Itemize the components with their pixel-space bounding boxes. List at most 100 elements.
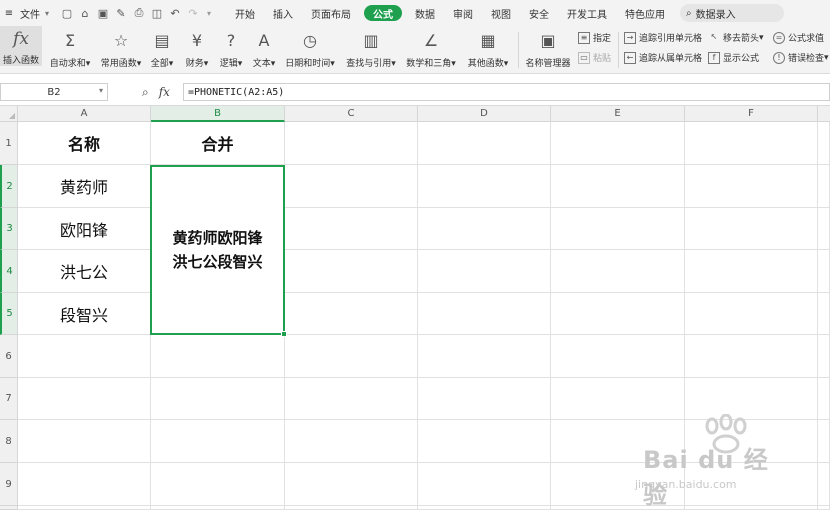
empty-cell[interactable]: [685, 293, 818, 335]
cell-a3[interactable]: 欧阳锋: [18, 208, 151, 250]
column-header-c[interactable]: C: [285, 106, 418, 122]
empty-cell[interactable]: [418, 420, 551, 463]
row-header-6[interactable]: 6: [0, 335, 18, 378]
fill-handle[interactable]: [281, 331, 287, 337]
empty-cell[interactable]: [418, 208, 551, 250]
row-header-9[interactable]: 9: [0, 463, 18, 506]
remove-arrows-button[interactable]: ↖ 移去箭头 ▾: [708, 31, 764, 45]
trace-precedents-button[interactable]: → 追踪引用单元格: [624, 31, 702, 44]
empty-cell[interactable]: [818, 463, 830, 506]
name-manager-button[interactable]: ▣ 名称管理器: [523, 26, 573, 70]
empty-cell[interactable]: [18, 463, 151, 506]
empty-cell[interactable]: [551, 165, 685, 208]
empty-cell[interactable]: [18, 378, 151, 420]
empty-cell[interactable]: [418, 250, 551, 293]
zoom-lookup-icon[interactable]: ⌕: [142, 85, 149, 100]
name-box[interactable]: B2 ▾: [0, 83, 108, 101]
column-header-e[interactable]: E: [551, 106, 685, 122]
cell-b1[interactable]: 合并: [151, 122, 285, 165]
empty-cell[interactable]: [551, 250, 685, 293]
cell-a1[interactable]: 名称: [18, 122, 151, 165]
empty-cell[interactable]: [551, 335, 685, 378]
formula-input[interactable]: =PHONETIC(A2:A5): [183, 83, 830, 101]
empty-cell[interactable]: [285, 122, 418, 165]
empty-cell[interactable]: [285, 506, 418, 510]
cell-a5[interactable]: 段智兴: [18, 293, 151, 335]
common-functions-button[interactable]: ☆ 常用函数▾: [97, 26, 145, 70]
empty-cell[interactable]: [151, 420, 285, 463]
lookup-functions-button[interactable]: ▥ 查找与引用▾: [344, 26, 398, 70]
tab-insert[interactable]: 插入: [264, 0, 302, 26]
trace-dependents-button[interactable]: ← 追踪从属单元格: [624, 51, 702, 64]
format-painter-icon[interactable]: ✎: [112, 0, 130, 26]
insert-function-button[interactable]: fx 插入函数: [0, 26, 42, 66]
hamburger-icon[interactable]: ≡: [0, 0, 18, 26]
row-header-4[interactable]: 4: [0, 250, 18, 293]
empty-cell[interactable]: [418, 335, 551, 378]
empty-cell[interactable]: [18, 506, 151, 510]
empty-cell[interactable]: [418, 506, 551, 510]
empty-cell[interactable]: [285, 420, 418, 463]
tab-home[interactable]: 开始: [226, 0, 264, 26]
empty-cell[interactable]: [818, 208, 830, 250]
print-icon[interactable]: ⎙: [130, 0, 148, 26]
empty-cell[interactable]: [551, 122, 685, 165]
empty-cell[interactable]: [418, 293, 551, 335]
empty-cell[interactable]: [685, 250, 818, 293]
autosum-button[interactable]: Σ 自动求和▾: [47, 26, 93, 70]
math-functions-button[interactable]: ∠ 数学和三角▾: [404, 26, 458, 70]
tab-page-layout[interactable]: 页面布局: [302, 0, 360, 26]
empty-cell[interactable]: [285, 335, 418, 378]
empty-cell[interactable]: [818, 420, 830, 463]
empty-cell[interactable]: [418, 378, 551, 420]
row-header-8[interactable]: 8: [0, 420, 18, 463]
empty-cell[interactable]: [685, 165, 818, 208]
empty-cell[interactable]: [685, 335, 818, 378]
empty-cell[interactable]: [151, 463, 285, 506]
empty-cell[interactable]: [418, 165, 551, 208]
tab-view[interactable]: 视图: [482, 0, 520, 26]
empty-cell[interactable]: [818, 293, 830, 335]
quick-access-more-icon[interactable]: ▾: [202, 0, 216, 26]
empty-cell[interactable]: [18, 420, 151, 463]
cell-a4[interactable]: 洪七公: [18, 250, 151, 293]
open-folder-icon[interactable]: ⌂: [76, 0, 94, 26]
fx-label[interactable]: fx: [159, 85, 170, 99]
column-header-d[interactable]: D: [418, 106, 551, 122]
empty-cell[interactable]: [818, 122, 830, 165]
text-functions-button[interactable]: A 文本▾: [250, 26, 278, 70]
redo-icon[interactable]: ↷: [184, 0, 202, 26]
empty-cell[interactable]: [285, 250, 418, 293]
row-header-5[interactable]: 5: [0, 293, 18, 335]
evaluate-formula-button[interactable]: = 公式求值: [773, 31, 824, 44]
specify-button[interactable]: ≡ 指定: [578, 31, 611, 44]
other-functions-button[interactable]: ▦ 其他函数▾: [464, 26, 512, 70]
empty-cell[interactable]: [285, 463, 418, 506]
finance-functions-button[interactable]: ¥ 财务▾: [183, 26, 211, 70]
select-all-corner[interactable]: [0, 106, 18, 122]
new-file-icon[interactable]: ▢: [58, 0, 76, 26]
empty-cell[interactable]: [285, 293, 418, 335]
paste-name-button[interactable]: ▭ 粘贴: [578, 51, 611, 64]
row-header-3[interactable]: 3: [0, 208, 18, 250]
empty-cell[interactable]: [151, 506, 285, 510]
empty-cell[interactable]: [551, 378, 685, 420]
chevron-down-icon[interactable]: ▾: [99, 86, 103, 95]
save-icon[interactable]: ▣: [94, 0, 112, 26]
selected-merged-cell-b2[interactable]: 黄药师欧阳锋 洪七公段智兴: [150, 165, 287, 337]
row-header-1[interactable]: 1: [0, 122, 18, 165]
empty-cell[interactable]: [418, 463, 551, 506]
error-checking-button[interactable]: ! 错误检查 ▾: [773, 51, 829, 64]
tab-data[interactable]: 数据: [406, 0, 444, 26]
all-functions-button[interactable]: ▤ 全部▾: [148, 26, 176, 70]
tab-special-apps[interactable]: 特色应用: [616, 0, 674, 26]
empty-cell[interactable]: [418, 122, 551, 165]
empty-cell[interactable]: [818, 378, 830, 420]
search-box[interactable]: ⌕ 数据录入: [680, 4, 784, 22]
empty-cell[interactable]: [685, 208, 818, 250]
empty-cell[interactable]: [285, 208, 418, 250]
row-header-2[interactable]: 2: [0, 165, 18, 208]
tab-review[interactable]: 审阅: [444, 0, 482, 26]
tab-formulas[interactable]: 公式: [364, 5, 402, 21]
empty-cell[interactable]: [818, 250, 830, 293]
